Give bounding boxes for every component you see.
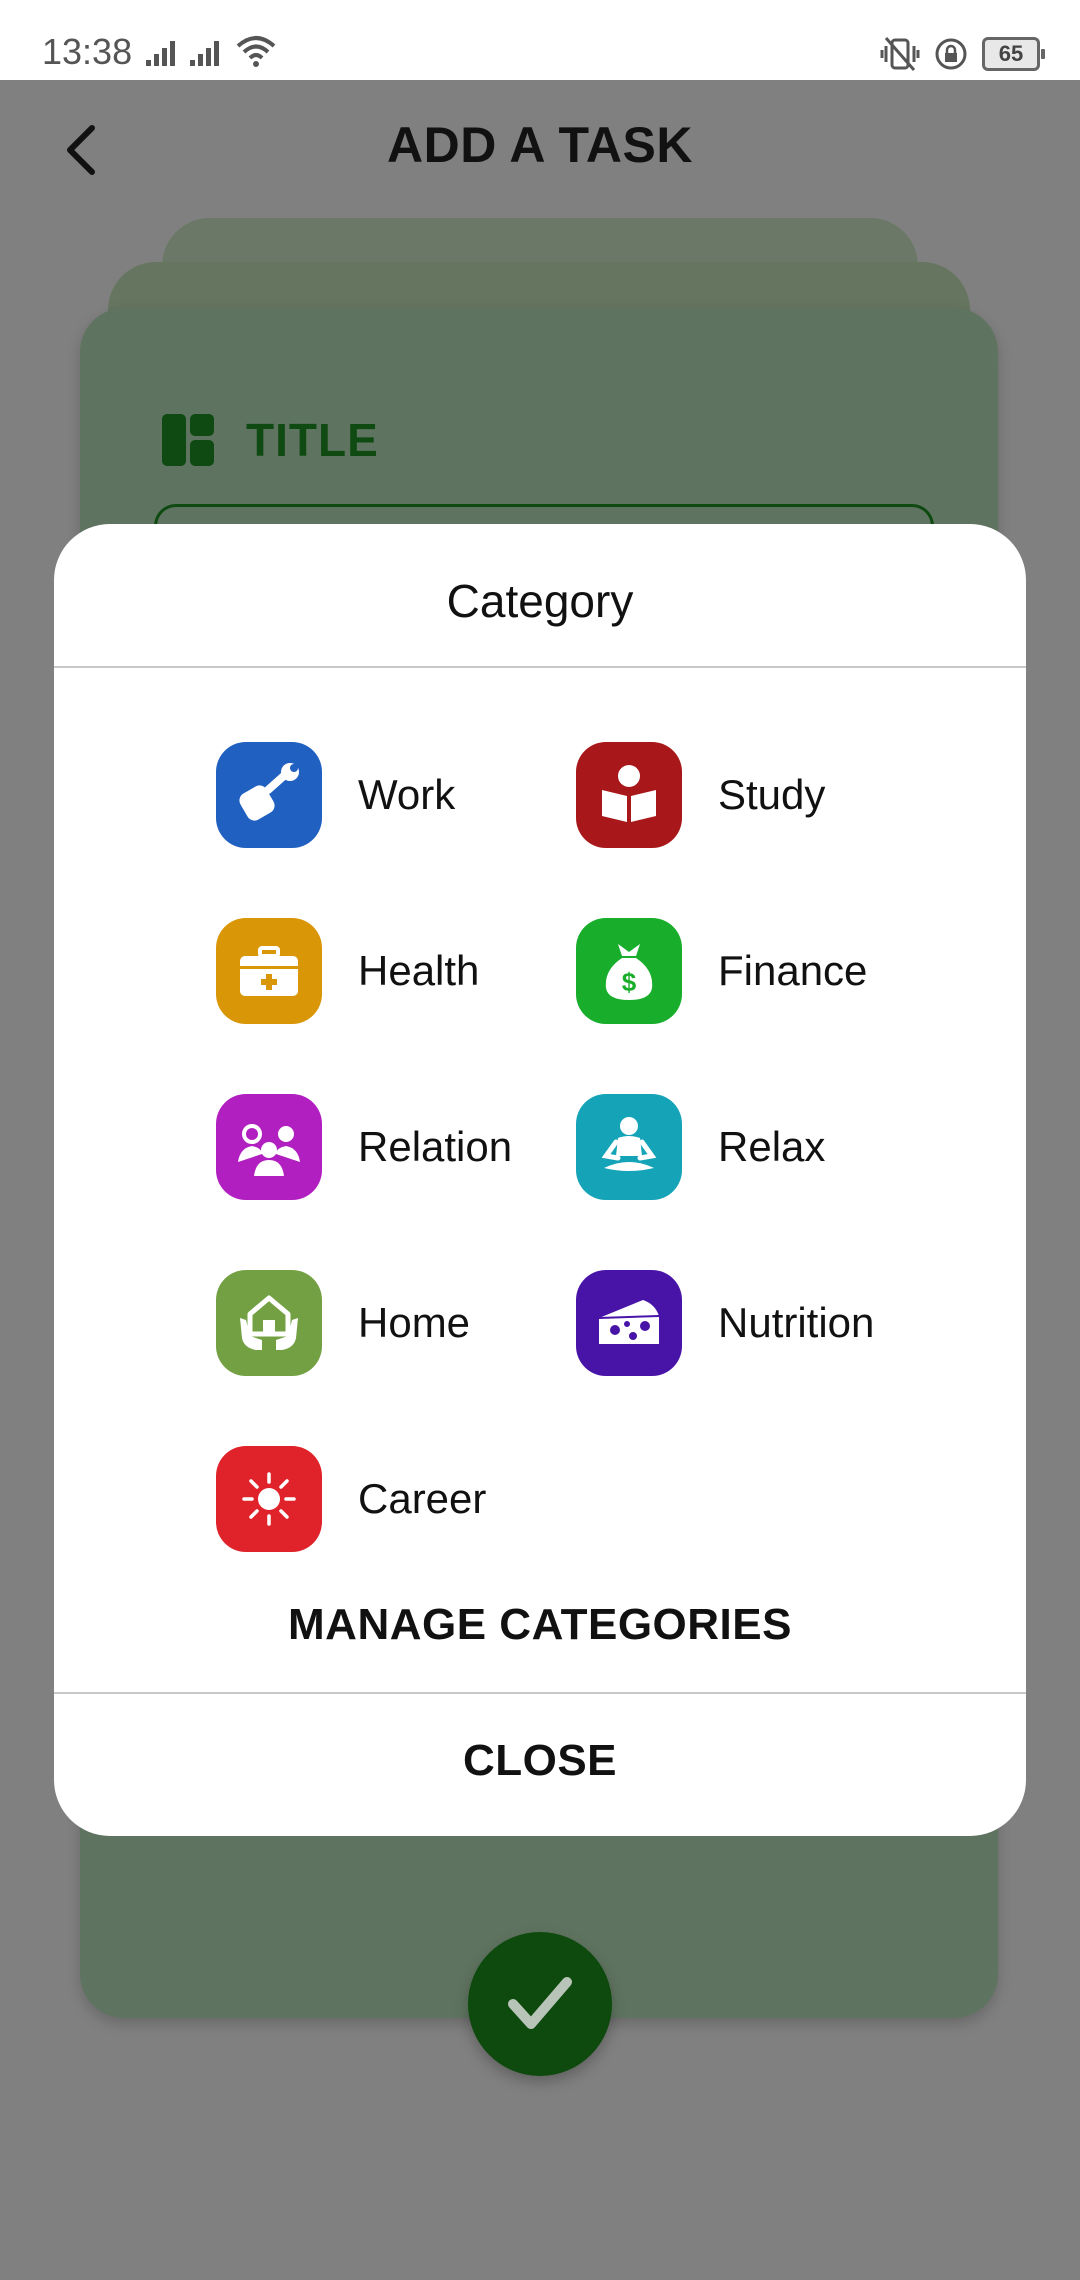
category-label: Nutrition xyxy=(718,1299,875,1346)
category-study[interactable]: Study xyxy=(576,742,825,848)
layout-icon xyxy=(162,414,214,466)
category-relax[interactable]: Relax xyxy=(576,1094,825,1200)
meditation-icon xyxy=(576,1094,682,1200)
people-talking-icon xyxy=(216,1094,322,1200)
category-relation[interactable]: Relation xyxy=(216,1094,512,1200)
category-label: Relax xyxy=(718,1123,826,1170)
category-label: Finance xyxy=(718,947,868,994)
sun-icon xyxy=(216,1446,322,1552)
app-header: ADD A TASK xyxy=(0,80,1080,210)
category-nutrition[interactable]: Nutrition xyxy=(576,1270,874,1376)
title-field-label: TITLE xyxy=(160,412,379,468)
category-work[interactable]: Work xyxy=(216,742,455,848)
category-label: Home xyxy=(358,1299,471,1346)
dialog-divider-top xyxy=(54,666,1026,668)
vibrate-icon xyxy=(880,37,920,71)
rotation-lock-icon xyxy=(935,38,967,70)
house-in-hands-icon xyxy=(216,1270,322,1376)
first-aid-kit-icon xyxy=(216,918,322,1024)
category-career[interactable]: Career xyxy=(216,1446,486,1552)
category-finance[interactable]: $ Finance xyxy=(576,918,867,1024)
checkmark-icon xyxy=(508,1977,572,2029)
battery-level: 65 xyxy=(998,41,1024,66)
category-label: Work xyxy=(358,771,456,818)
dialog-title: Category xyxy=(446,575,634,627)
cheese-icon xyxy=(576,1270,682,1376)
category-label: Study xyxy=(718,771,826,818)
title-label: TITLE xyxy=(246,414,379,466)
wifi-icon xyxy=(236,36,276,67)
status-bar: 13:38 65 xyxy=(0,0,1080,80)
category-label: Health xyxy=(358,947,480,994)
category-label: Career xyxy=(358,1475,487,1522)
dialog-divider-bottom xyxy=(54,1692,1026,1694)
category-health[interactable]: Health xyxy=(216,918,479,1024)
category-home[interactable]: Home xyxy=(216,1270,470,1376)
battery-icon: 65 xyxy=(982,37,1045,71)
signal-icon-2 xyxy=(190,41,219,66)
confirm-button[interactable] xyxy=(468,1932,612,2076)
category-label: Relation xyxy=(358,1123,513,1170)
status-time: 13:38 xyxy=(42,31,133,72)
manage-categories-button[interactable]: MANAGE CATEGORIES xyxy=(54,1600,1026,1650)
close-button[interactable]: CLOSE xyxy=(54,1736,1026,1786)
wrench-fist-icon xyxy=(216,742,322,848)
reading-book-icon xyxy=(576,742,682,848)
page-title: ADD A TASK xyxy=(387,117,693,173)
signal-icon xyxy=(146,41,175,66)
money-bag-icon: $ xyxy=(576,918,682,1024)
svg-text:$: $ xyxy=(622,967,637,997)
category-dialog: Category Work Study Health $ Finance Rel… xyxy=(54,524,1026,1836)
